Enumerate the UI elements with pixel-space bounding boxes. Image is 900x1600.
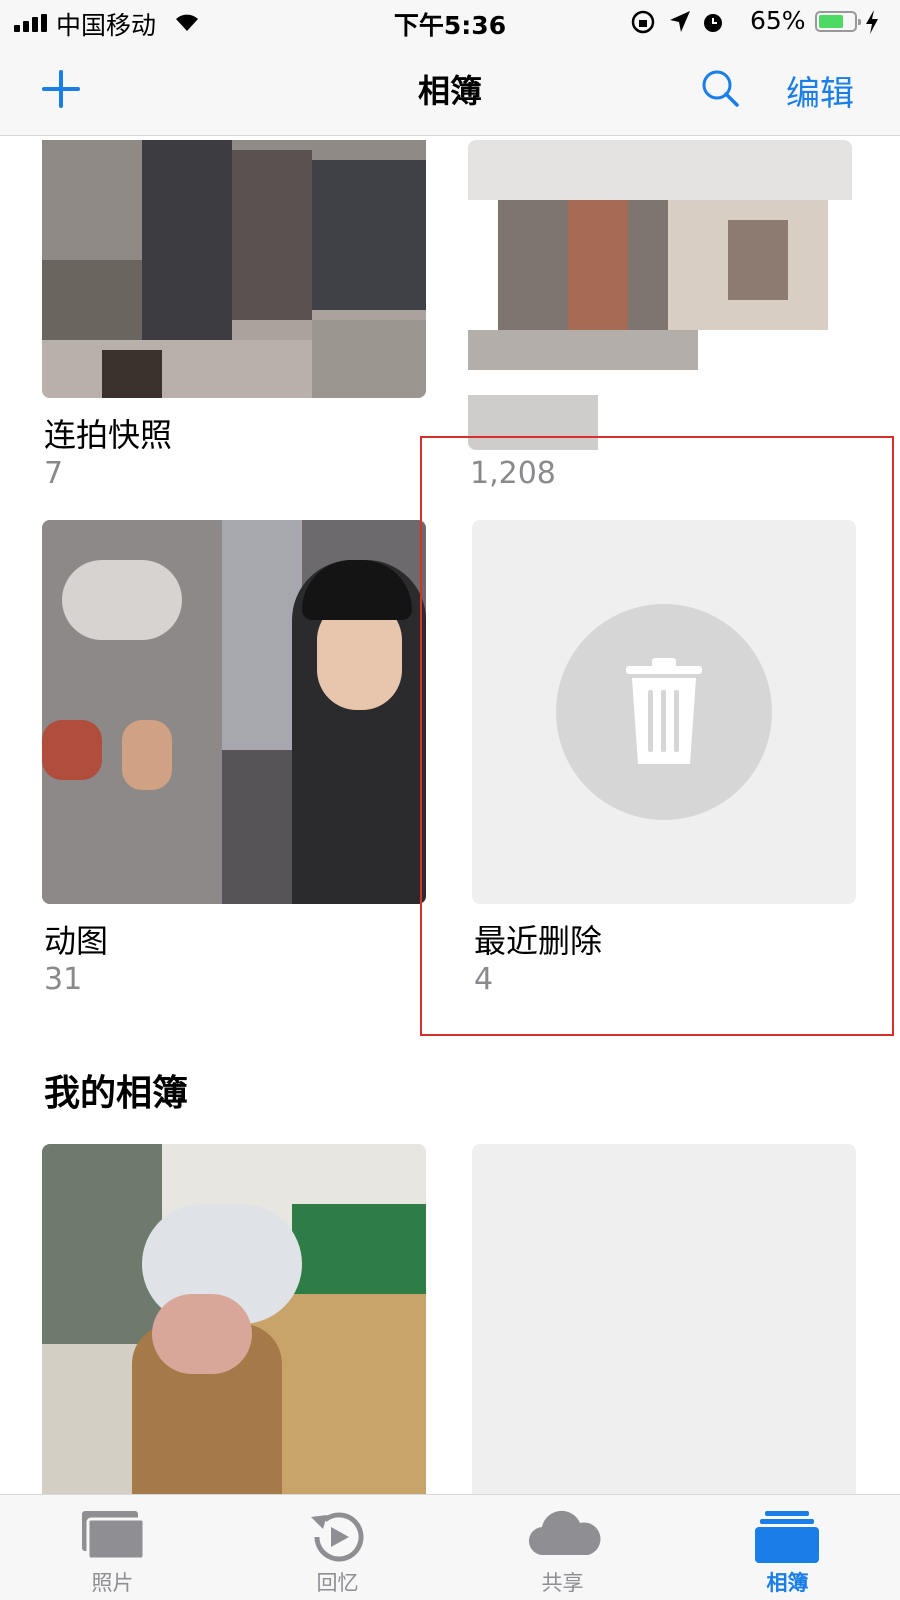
album-name-animated: 动图: [44, 922, 109, 960]
tab-bar: 照片 回忆 共享 相簿: [0, 1494, 900, 1600]
edit-button[interactable]: 编辑: [786, 66, 854, 115]
album-thumbnail-my-album-2[interactable]: [472, 1144, 856, 1504]
alarm-icon: [704, 14, 722, 32]
album-thumbnail-burst[interactable]: [42, 140, 426, 398]
tab-albums[interactable]: 相簿: [675, 1495, 900, 1600]
charging-icon: [866, 10, 878, 34]
albums-icon: [755, 1511, 819, 1563]
nav-bar: 相簿 编辑: [0, 44, 900, 136]
section-title-my-albums: 我的相簿: [44, 1073, 189, 1114]
status-bar: 中国移动 下午5:36 65%: [0, 0, 900, 44]
album-thumbnail-my-album-1[interactable]: [42, 1144, 426, 1504]
album-count-burst: 7: [44, 456, 64, 491]
highlight-box: [420, 436, 894, 1036]
tab-photos[interactable]: 照片: [0, 1495, 225, 1600]
photos-icon: [82, 1511, 146, 1561]
album-count-animated: 31: [44, 962, 83, 997]
tab-memories[interactable]: 回忆: [225, 1495, 450, 1600]
battery-percent: 65%: [750, 6, 806, 35]
memories-icon: [311, 1512, 364, 1562]
album-thumbnail-animated[interactable]: [42, 520, 426, 904]
cloud-icon: [528, 1510, 601, 1556]
album-name-burst: 连拍快照: [44, 416, 173, 454]
battery-icon: [815, 11, 861, 32]
album-thumbnail-pixelated[interactable]: [468, 140, 852, 450]
search-icon[interactable]: [700, 68, 740, 108]
location-icon: [670, 11, 690, 32]
orientation-lock-icon: [631, 10, 655, 34]
page-title: 相簿: [417, 72, 482, 110]
tab-shared[interactable]: 共享: [450, 1495, 675, 1600]
